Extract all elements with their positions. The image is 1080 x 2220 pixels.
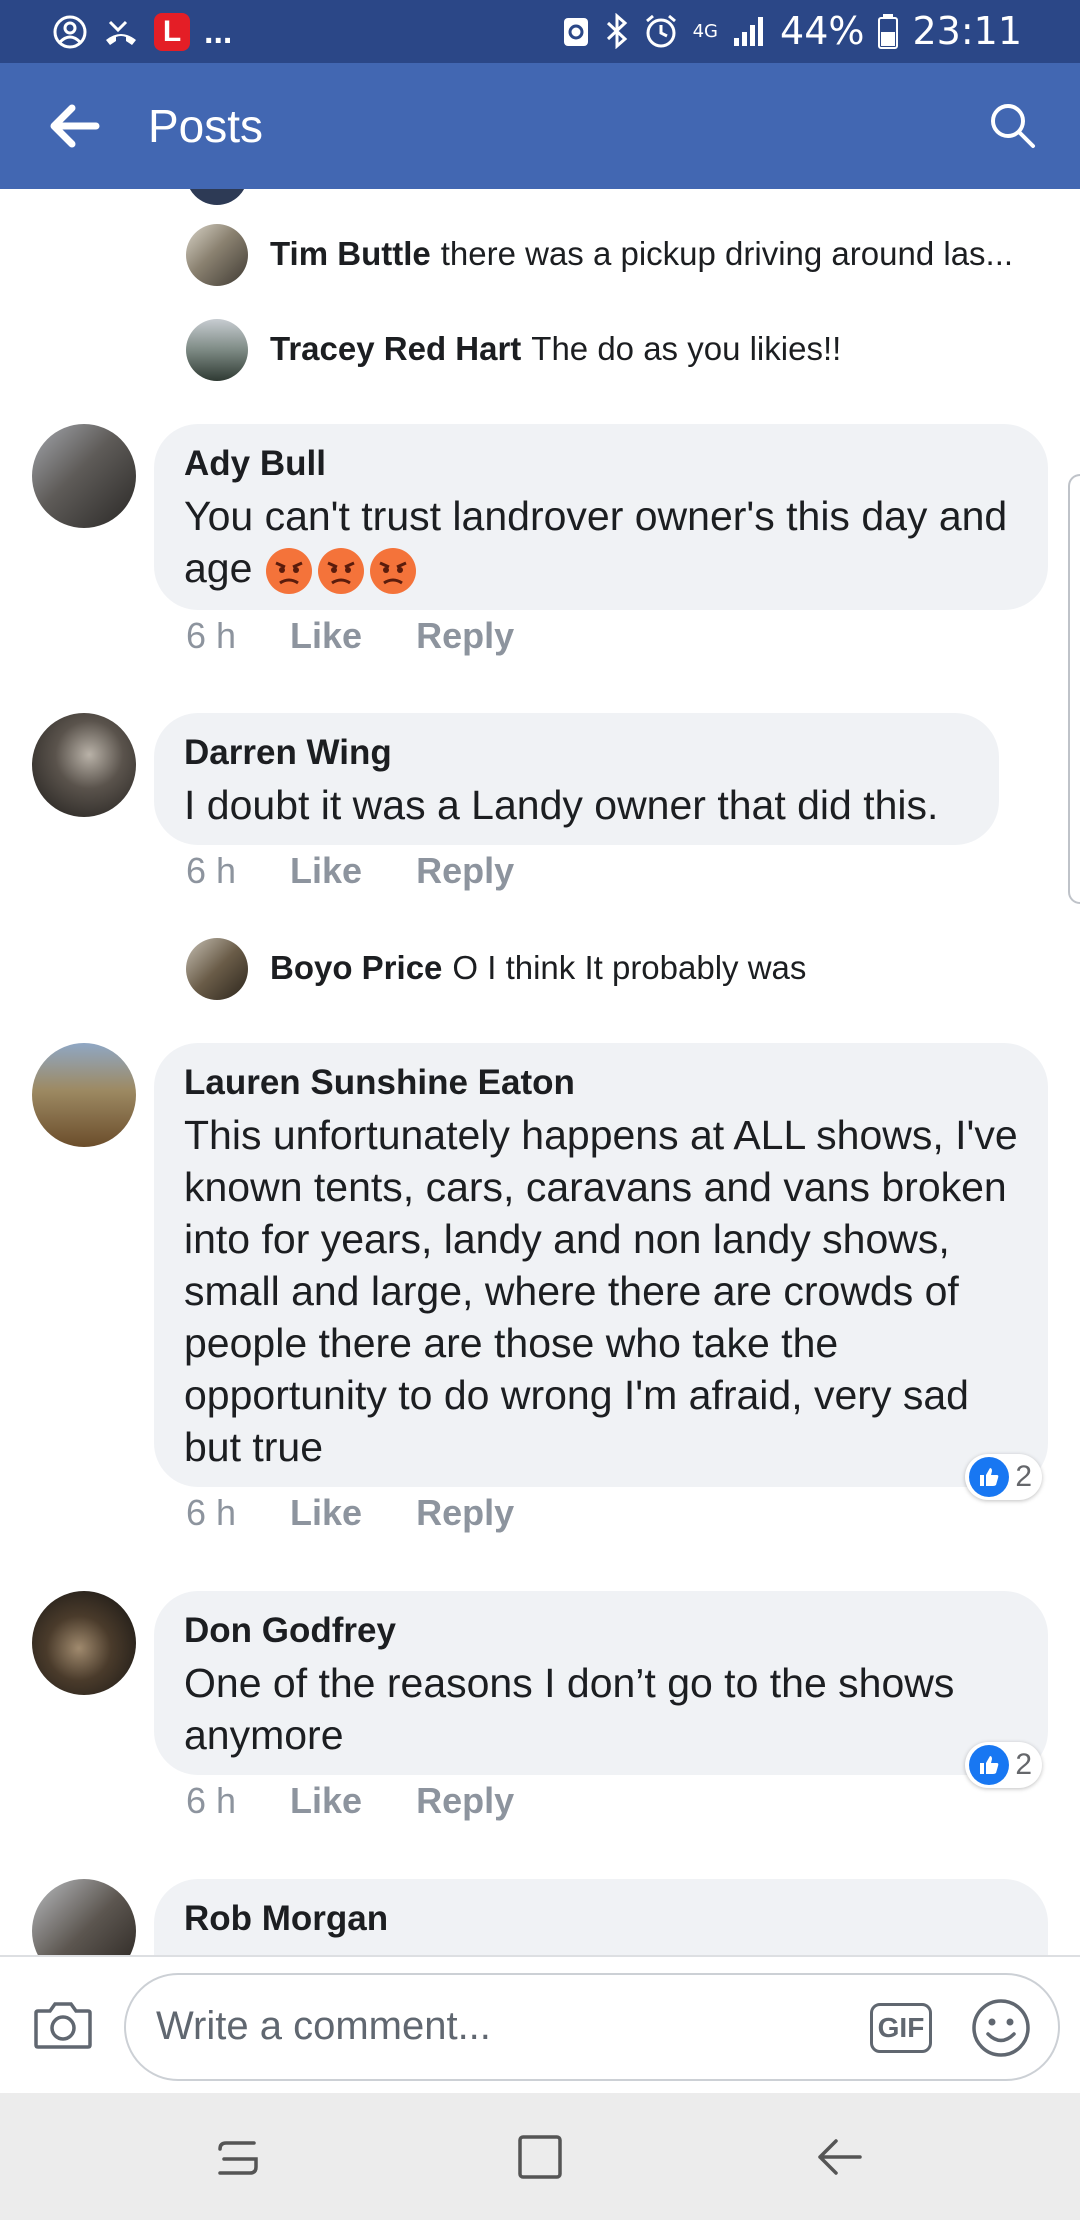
gif-button[interactable]: GIF: [870, 2003, 932, 2053]
reply-button[interactable]: Reply: [416, 1780, 514, 1822]
like-button[interactable]: Like: [290, 850, 362, 892]
commenter-name[interactable]: Ady Bull: [184, 444, 1018, 484]
comment-input[interactable]: Write a comment... GIF: [124, 1973, 1060, 2081]
comment-actions: 6 h Like Reply: [186, 1492, 514, 1534]
comment-actions: 6 h Like Reply: [186, 850, 514, 892]
sync-icon: [563, 18, 588, 46]
commenter-name[interactable]: Rob Morgan: [184, 1899, 1018, 1939]
missed-call-icon: [106, 20, 136, 45]
thumbs-up-icon: [969, 1745, 1010, 1785]
app-bar: Posts: [0, 63, 1080, 189]
comment-bubble[interactable]: Don Godfrey One of the reasons I don’t g…: [154, 1591, 1048, 1775]
clock: 23:11: [912, 9, 1022, 53]
reaction-number: 2: [1015, 1460, 1032, 1493]
avatar[interactable]: [32, 1879, 136, 1955]
alarm-icon: [645, 14, 676, 48]
avatar[interactable]: [32, 713, 136, 817]
reply-button[interactable]: Reply: [416, 1492, 514, 1534]
comment-bubble[interactable]: Rob Morgan: [154, 1879, 1048, 1955]
comment-text: This unfortunately happens at ALL shows,…: [184, 1112, 1018, 1470]
reply-button[interactable]: Reply: [416, 850, 514, 892]
camera-icon[interactable]: [32, 1997, 94, 2053]
comment-composer: Write a comment... GIF: [0, 1955, 1080, 2095]
comment-text: The do as you likies!!: [531, 330, 842, 367]
network-type: 4G: [692, 20, 719, 42]
system-nav-bar: [0, 2093, 1080, 2220]
reply-comment[interactable]: Boyo Price O I think It probably was: [270, 949, 806, 987]
reply-button[interactable]: Reply: [416, 615, 514, 657]
comment-time: 6 h: [186, 1780, 237, 1821]
battery-percent: 44%: [780, 9, 865, 53]
avatar[interactable]: [186, 319, 248, 381]
avatar[interactable]: [32, 424, 136, 528]
home-icon[interactable]: [512, 2131, 568, 2183]
like-button[interactable]: Like: [290, 1492, 362, 1534]
scrollbar[interactable]: [1068, 474, 1080, 904]
back-nav-icon[interactable]: [812, 2131, 868, 2183]
comment-bubble[interactable]: Lauren Sunshine Eaton This unfortunately…: [154, 1043, 1048, 1487]
recent-apps-icon[interactable]: [210, 2131, 266, 2183]
commenter-name[interactable]: Tim Buttle: [270, 235, 431, 272]
comment-text: I doubt it was a Landy owner that did th…: [184, 782, 939, 828]
like-button[interactable]: Like: [290, 615, 362, 657]
commenter-name[interactable]: Boyo Price: [270, 949, 442, 986]
commenter-name[interactable]: Darren Wing: [184, 733, 969, 773]
comment-time: 6 h: [186, 850, 237, 891]
search-icon[interactable]: [988, 101, 1036, 149]
notification-more: ...: [204, 12, 233, 51]
bluetooth-icon: [606, 13, 627, 49]
reaction-count[interactable]: 2: [965, 1742, 1042, 1788]
battery-icon: [878, 14, 899, 49]
status-bar: L ... 4G 44% 23:11: [0, 0, 1080, 63]
avatar[interactable]: [186, 224, 248, 286]
thumbs-up-icon: [969, 1457, 1010, 1497]
comment-actions: 6 h Like Reply: [186, 615, 514, 657]
commenter-name[interactable]: Don Godfrey: [184, 1611, 1018, 1651]
commenter-name[interactable]: Lauren Sunshine Eaton: [184, 1063, 1018, 1103]
reply-comment[interactable]: Tim Buttle there was a pickup driving aro…: [270, 235, 1013, 273]
angry-face-icon: [369, 548, 416, 595]
account-icon: [53, 15, 87, 49]
reply-comment[interactable]: Tracey Red Hart The do as you likies!!: [270, 330, 841, 368]
app-notification-icon: L: [154, 13, 190, 51]
reaction-count[interactable]: 2: [965, 1454, 1042, 1500]
avatar[interactable]: [32, 1043, 136, 1147]
comment-text: O I think It probably was: [452, 949, 807, 986]
reaction-number: 2: [1015, 1748, 1032, 1781]
emoji-icon[interactable]: [970, 1997, 1032, 2059]
comments-list: Tim Buttle there was a pickup driving aro…: [0, 189, 1080, 1955]
comment-input-placeholder: Write a comment...: [156, 2004, 491, 2048]
page-title: Posts: [148, 100, 264, 152]
signal-icon: [734, 17, 764, 46]
back-arrow-icon[interactable]: [46, 100, 102, 152]
avatar[interactable]: [186, 189, 248, 205]
avatar[interactable]: [32, 1591, 136, 1695]
comment-bubble[interactable]: Darren Wing I doubt it was a Landy owner…: [154, 713, 999, 845]
avatar[interactable]: [186, 938, 248, 1000]
like-button[interactable]: Like: [290, 1780, 362, 1822]
comment-text: there was a pickup driving around las...: [440, 235, 1014, 272]
comment-actions: 6 h Like Reply: [186, 1780, 514, 1822]
angry-face-icon: [317, 548, 364, 595]
angry-face-icon: [265, 548, 312, 595]
comment-time: 6 h: [186, 1492, 237, 1533]
commenter-name[interactable]: Tracey Red Hart: [270, 330, 521, 367]
comment-text: One of the reasons I don’t go to the sho…: [184, 1660, 955, 1758]
comment-time: 6 h: [186, 615, 237, 656]
comment-bubble[interactable]: Ady Bull You can't trust landrover owner…: [154, 424, 1048, 610]
